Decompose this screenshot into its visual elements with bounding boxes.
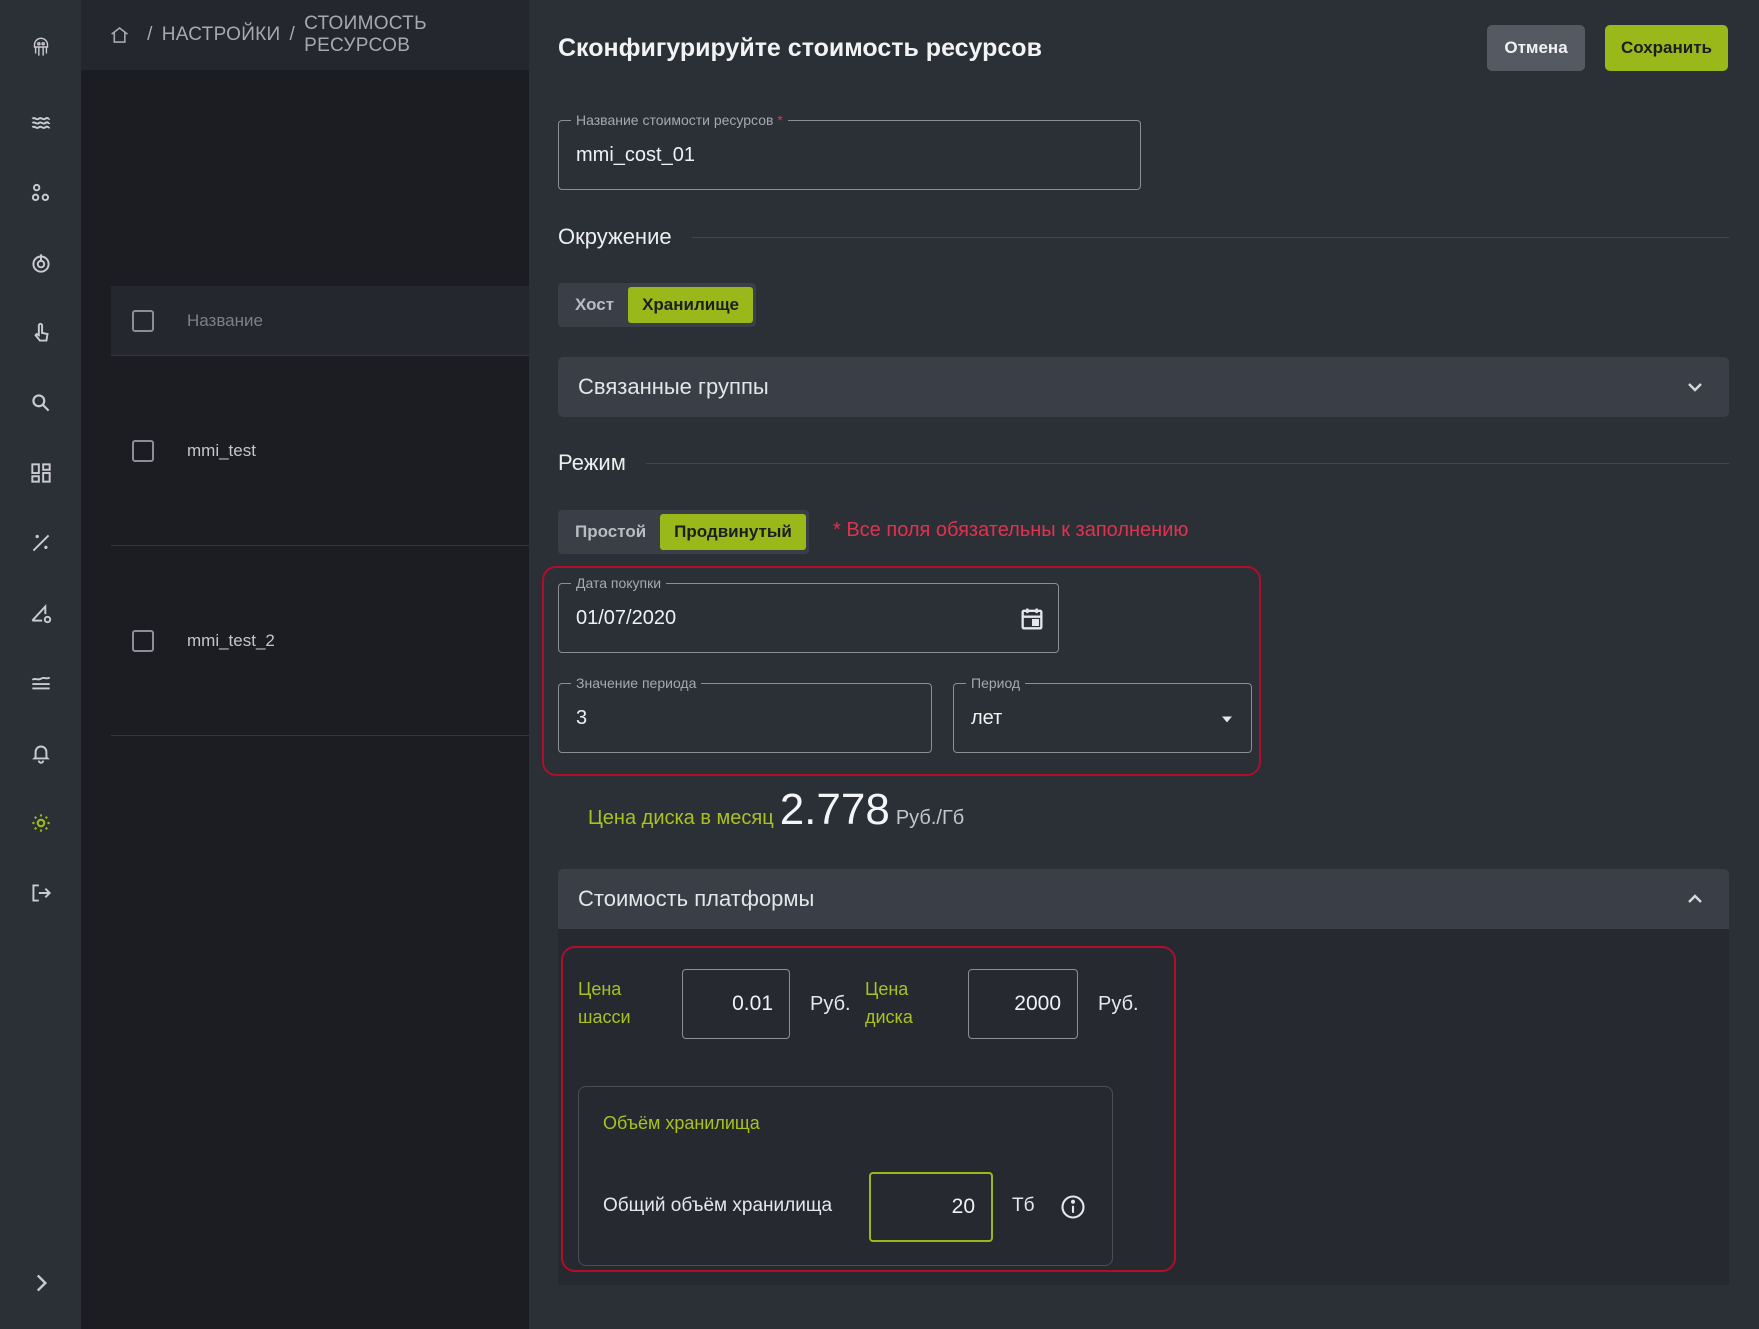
chevron-up-icon[interactable] [1683,887,1707,911]
breadcrumb-resource-cost[interactable]: СТОИМОСТЬ РЕСУРСОВ [304,13,529,57]
config-drawer: Сконфигурируйте стоимость ресурсов Отмен… [529,0,1759,1329]
column-header-name[interactable]: Название [187,311,263,331]
required-note: * Все поля обязательны к заполнению [833,519,1189,541]
disk-price-label: Цена диска в месяц [588,807,774,829]
search-icon[interactable] [24,386,58,420]
left-nav [0,0,81,1329]
platform-cost-label: Стоимость платформы [578,886,815,911]
environment-heading: Окружение [558,224,1729,250]
nodes-icon[interactable] [24,176,58,210]
background-page: / НАСТРОЙКИ / СТОИМОСТЬ РЕСУРСОВ Названи… [81,0,529,1329]
touch-icon[interactable] [24,316,58,350]
save-button[interactable]: Сохранить [1605,25,1728,71]
chassis-price-label: Цена шасси [578,979,631,1027]
app-root: / НАСТРОЙКИ / СТОИМОСТЬ РЕСУРСОВ Названи… [0,0,1759,1329]
platform-cost-accordion[interactable]: Стоимость платформы [558,869,1729,929]
mode-heading: Режим [558,450,1729,476]
magic-wand-icon[interactable] [24,526,58,560]
drawer-title: Сконфигурируйте стоимость ресурсов [558,34,1042,62]
gear-icon[interactable] [24,806,58,840]
period-select[interactable]: Период лет [953,674,1252,753]
row-checkbox[interactable] [132,629,154,652]
disk-price-value: 2.778 [779,785,890,834]
row-name: mmi_test [187,440,256,460]
table-row[interactable]: mmi_test_2 [111,546,529,736]
period-value: лет [971,706,1003,729]
breadcrumb-settings[interactable]: НАСТРОЙКИ [162,24,281,46]
breadcrumb-separator: / [147,24,153,45]
total-storage-unit: Тб [1012,1195,1035,1216]
logout-icon[interactable] [24,876,58,910]
table-header: Название [111,286,529,356]
environment-toggle: Хост Хранилище [558,283,757,327]
dropdown-arrow-icon[interactable] [1217,709,1237,729]
cost-name-field[interactable]: Название стоимости ресурсов * mmi_cost_0… [558,111,1141,190]
row-checkbox[interactable] [132,439,154,462]
period-value-field[interactable]: Значение периода 3 [558,674,932,753]
cost-name-value: mmi_cost_01 [576,143,695,166]
settings-triangle-icon[interactable] [24,596,58,630]
home-icon[interactable] [109,24,130,46]
row-name: mmi_test_2 [187,630,275,650]
period-value-label: Значение периода [571,674,702,692]
total-storage-label: Общий объём хранилища [603,1195,833,1216]
chevron-down-icon[interactable] [1683,375,1707,399]
power-target-icon[interactable] [24,246,58,280]
chassis-price-unit: Руб. [810,993,851,1015]
storage-volume-card: Объём хранилища Общий объём хранилища 20… [578,1086,1113,1266]
related-groups-accordion[interactable]: Связанные группы [558,357,1729,417]
purchase-date-value: 01/07/2020 [576,606,677,629]
disk-price-monthly: Цена диска в месяц 2.778 Руб./Гб [588,785,964,835]
related-groups-label: Связанные группы [578,374,769,399]
info-icon[interactable] [1059,1193,1087,1221]
expand-chevron-icon[interactable] [24,1266,58,1300]
breadcrumb-separator: / [289,24,296,45]
cancel-button[interactable]: Отмена [1487,25,1585,71]
calendar-icon[interactable] [1018,605,1046,633]
mode-option-simple[interactable]: Простой [561,514,660,550]
waves-icon[interactable] [24,106,58,140]
period-value-value: 3 [576,706,588,729]
table-row[interactable]: mmi_test [111,356,529,546]
disk-price-input[interactable]: 2000 [968,969,1078,1039]
disk-price-input-unit: Руб. [1098,993,1139,1015]
bell-icon[interactable] [24,736,58,770]
disk-price-input-label: Цена диска [865,979,913,1027]
env-option-host[interactable]: Хост [561,287,628,323]
purchase-date-field[interactable]: Дата покупки 01/07/2020 [558,574,1059,653]
select-all-checkbox[interactable] [132,309,154,332]
total-storage-input[interactable]: 20 [869,1172,993,1242]
storage-volume-heading: Объём хранилища [603,1113,760,1133]
layers-icon[interactable] [24,666,58,700]
breadcrumb: / НАСТРОЙКИ / СТОИМОСТЬ РЕСУРСОВ [81,0,529,70]
disk-price-unit: Руб./Гб [895,807,965,829]
octopus-logo-icon[interactable] [24,30,58,64]
dashboard-icon[interactable] [24,456,58,490]
chassis-price-input[interactable]: 0.01 [682,969,790,1039]
mode-toggle: Простой Продвинутый [558,510,809,554]
mode-option-advanced[interactable]: Продвинутый [660,514,806,550]
env-option-storage[interactable]: Хранилище [628,287,754,323]
